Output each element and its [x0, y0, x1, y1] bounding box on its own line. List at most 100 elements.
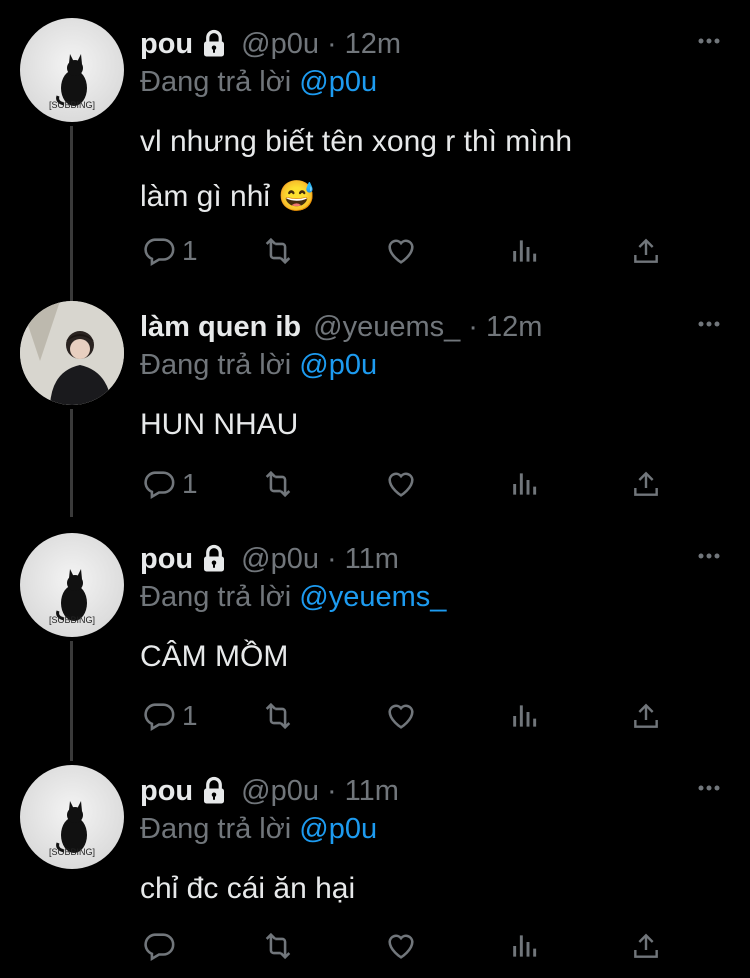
separator: ·: [468, 310, 478, 343]
lock-icon: [199, 29, 229, 59]
avatar-caption: [SOBBING]: [49, 615, 95, 625]
reply-prefix: Đang trả lời: [140, 813, 292, 845]
views-icon: [513, 240, 537, 262]
reply-button[interactable]: 1: [142, 699, 198, 733]
reply-icon: [144, 471, 175, 500]
tweet-text-line: vl nhưng biết tên xong r thì mình: [140, 125, 572, 158]
share-icon: [634, 703, 658, 728]
display-name[interactable]: pou: [140, 28, 193, 61]
action-bar: 1: [140, 699, 680, 739]
replying-to: Đang trả lời @p0u: [140, 813, 377, 846]
thread-line: [70, 641, 73, 761]
more-icon[interactable]: [696, 311, 722, 337]
like-icon: [388, 934, 414, 959]
reply-mention[interactable]: @p0u: [299, 349, 377, 381]
views-icon: [513, 705, 537, 727]
timestamp[interactable]: 12m: [486, 311, 542, 344]
reply-count: 1: [182, 235, 198, 266]
reply-icon: [144, 933, 175, 962]
views-icon: [513, 935, 537, 957]
share-icon: [634, 238, 658, 263]
reply-mention[interactable]: @p0u: [299, 66, 377, 98]
like-button[interactable]: [384, 234, 418, 268]
like-button[interactable]: [384, 699, 418, 733]
reply-button[interactable]: [142, 929, 182, 963]
views-button[interactable]: [508, 234, 540, 268]
avatar[interactable]: [20, 301, 124, 405]
retweet-icon: [265, 702, 291, 730]
separator: ·: [326, 542, 337, 575]
tweet-text: vl nhưng biết tên xong r thì mình làm gì…: [140, 114, 700, 224]
share-button[interactable]: [630, 467, 662, 501]
more-icon[interactable]: [696, 543, 722, 569]
retweet-icon: [265, 932, 291, 960]
separator: ·: [326, 27, 337, 60]
reply-button[interactable]: 1: [142, 467, 198, 501]
like-button[interactable]: [384, 467, 418, 501]
separator: ·: [326, 774, 337, 807]
tweet-text-line: chỉ đc cái ăn hại: [140, 872, 356, 905]
more-icon[interactable]: [696, 28, 722, 54]
like-button[interactable]: [384, 929, 418, 963]
action-bar: 1: [140, 467, 680, 507]
retweet-icon: [265, 237, 291, 265]
retweet-button[interactable]: [260, 929, 296, 963]
action-bar: [140, 929, 680, 969]
like-icon: [388, 472, 414, 497]
reply-button[interactable]: 1: [142, 234, 198, 268]
tweet[interactable]: [SOBBING] pou @p0u · 12m Đang trả lời @p…: [0, 0, 750, 306]
tweet-header: pou @p0u · 11m: [140, 771, 399, 811]
reply-prefix: Đang trả lời: [140, 349, 292, 381]
tweet-header: pou @p0u · 11m: [140, 539, 399, 579]
reply-mention[interactable]: @yeuems_: [299, 581, 446, 613]
tweet-text-line: CÂM MỒM: [140, 640, 289, 673]
lock-icon: [199, 544, 229, 574]
thread-line: [70, 409, 73, 517]
tweet-text: CÂM MỒM: [140, 629, 700, 684]
display-name[interactable]: pou: [140, 775, 193, 808]
tweet-text-line: làm gì nhỉ 😅: [140, 180, 316, 213]
share-button[interactable]: [630, 699, 662, 733]
views-button[interactable]: [508, 929, 540, 963]
timestamp[interactable]: 12m: [345, 28, 401, 61]
retweet-button[interactable]: [260, 699, 296, 733]
reply-mention[interactable]: @p0u: [299, 813, 377, 845]
tweet-text: chỉ đc cái ăn hại: [140, 861, 700, 916]
like-icon: [388, 704, 414, 729]
more-icon[interactable]: [696, 775, 722, 801]
share-button[interactable]: [630, 929, 662, 963]
tweet[interactable]: [SOBBING] pou @p0u · 11m Đang trả lời @p…: [0, 747, 750, 978]
avatar[interactable]: [SOBBING]: [20, 533, 124, 637]
timestamp[interactable]: 11m: [345, 543, 399, 576]
tweet[interactable]: [SOBBING] pou @p0u · 11m Đang trả lời @y…: [0, 515, 750, 761]
avatar[interactable]: [SOBBING]: [20, 765, 124, 869]
timestamp[interactable]: 11m: [345, 775, 399, 808]
user-handle[interactable]: @p0u: [241, 543, 319, 576]
tweet-text: HUN NHAU: [140, 397, 700, 452]
tweet-header: làm quen ib @yeuems_ · 12m: [140, 307, 542, 347]
reply-count: 1: [182, 700, 198, 731]
tweet[interactable]: làm quen ib @yeuems_ · 12m Đang trả lời …: [0, 283, 750, 517]
replying-to: Đang trả lời @p0u: [140, 349, 377, 382]
user-handle[interactable]: @p0u: [241, 775, 319, 808]
views-button[interactable]: [508, 699, 540, 733]
retweet-icon: [265, 470, 291, 498]
lock-icon: [199, 776, 229, 806]
retweet-button[interactable]: [260, 467, 296, 501]
display-name[interactable]: pou: [140, 543, 193, 576]
share-icon: [634, 471, 658, 496]
avatar-caption: [SOBBING]: [49, 847, 95, 857]
avatar-caption: [SOBBING]: [49, 100, 95, 110]
replying-to: Đang trả lời @p0u: [140, 66, 377, 99]
reply-prefix: Đang trả lời: [140, 581, 292, 613]
replying-to: Đang trả lời @yeuems_: [140, 581, 446, 614]
avatar[interactable]: [SOBBING]: [20, 18, 124, 122]
share-icon: [634, 933, 658, 958]
user-handle[interactable]: @p0u: [241, 28, 319, 61]
retweet-button[interactable]: [260, 234, 296, 268]
share-button[interactable]: [630, 234, 662, 268]
user-handle[interactable]: @yeuems_: [313, 311, 460, 344]
reply-icon: [144, 238, 175, 267]
views-button[interactable]: [508, 467, 540, 501]
display-name[interactable]: làm quen ib: [140, 311, 301, 344]
